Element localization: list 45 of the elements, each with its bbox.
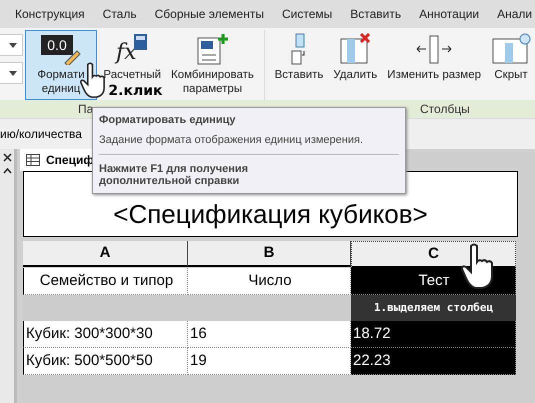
panel-label: Столбцы — [420, 102, 470, 116]
column-letter[interactable]: A — [23, 241, 188, 267]
tooltip-description: Задание формата отображения единиц измерения. — [99, 134, 399, 155]
ribbon-tab[interactable]: Анали — [488, 7, 535, 21]
ribbon-button[interactable]: fx Расчетный 2.клик — [99, 30, 166, 100]
delete-column-icon — [339, 33, 372, 65]
ribbon-button[interactable]: Комбинировать параметры — [167, 30, 258, 100]
resize-column-icon — [414, 33, 454, 65]
button-label: Комбинировать параметры — [171, 68, 254, 96]
tooltip-title: Форматировать единицу — [99, 114, 236, 126]
button-label: Расчетный — [103, 68, 162, 82]
ribbon-button[interactable]: Изменить размер — [383, 30, 485, 100]
ribbon-button[interactable]: Вставить — [270, 30, 328, 100]
column-heading: Семейство и типор — [23, 268, 188, 295]
chevron-up-icon[interactable] — [2, 168, 12, 174]
table-cell: Кубик: 300*300*30 — [23, 321, 188, 348]
options-bar-text: ию/количества — [0, 127, 82, 141]
button-label: Формати единиц — [37, 68, 85, 96]
ribbon-tab[interactable]: Сборные элементы — [146, 7, 273, 21]
annotation-label: 1.выделяем столбец — [351, 295, 516, 321]
dropdown-field[interactable] — [0, 34, 23, 56]
ribbon-tab[interactable]: Конструкция — [6, 7, 94, 21]
ribbon-tab[interactable]: Сталь — [94, 7, 146, 21]
table-cell: 16 — [188, 321, 351, 348]
hide-column-icon — [491, 33, 531, 65]
column-heading: Число — [188, 268, 351, 295]
ribbon-tab[interactable]: Системы — [272, 7, 342, 21]
ribbon-button[interactable]: Скрыт — [487, 30, 535, 100]
table-icon — [26, 154, 40, 166]
table-cell: 22.23 — [351, 348, 516, 375]
ribbon-tab[interactable]: Аннотации — [410, 7, 488, 21]
button-label: Удалить — [333, 68, 378, 82]
dropdown-field[interactable] — [0, 62, 23, 84]
table-cell: Кубик: 500*500*50 — [23, 348, 188, 375]
table-cell: 18.72 — [351, 321, 516, 348]
ribbon-button[interactable]: Удалить — [329, 30, 382, 100]
close-icon[interactable] — [2, 153, 12, 162]
table-cell: 19 — [188, 348, 351, 375]
button-label: Изменить размер — [387, 68, 481, 82]
ribbon-tab[interactable]: Вставить — [341, 7, 410, 21]
button-label: Скрыт — [494, 68, 528, 82]
column-letter[interactable]: B — [188, 241, 351, 267]
annotation-text: 2.клик — [108, 83, 163, 99]
column-letter[interactable]: C — [351, 241, 516, 268]
button-label: Вставить — [274, 68, 324, 82]
